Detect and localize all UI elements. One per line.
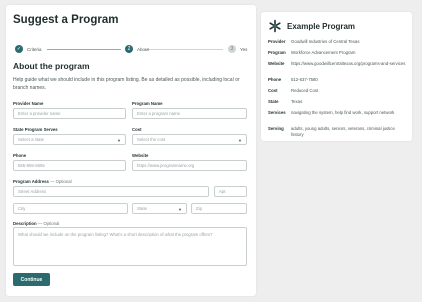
description-label-text: Description	[13, 221, 37, 226]
step-number: 2	[125, 45, 133, 53]
step-number: 3	[228, 45, 236, 53]
example-key: Program	[268, 50, 286, 55]
state-select-value: Select a state	[18, 137, 45, 142]
description-label: Description — Optional	[13, 221, 59, 226]
program-name-input[interactable]: Enter a program name	[132, 108, 247, 119]
continue-button[interactable]: Continue	[13, 273, 50, 286]
example-program-card: Example Program Provider Goodwill Indust…	[261, 12, 412, 141]
optional-tag: — Optional	[50, 179, 72, 184]
chevron-down-icon: ▼	[178, 207, 182, 212]
website-input[interactable]: https://www.programname.org	[132, 160, 247, 171]
website-label: Website	[132, 153, 149, 158]
suggest-program-form-card: Suggest a Program ✓ Criteria 2 About 3 Y…	[6, 5, 256, 296]
help-text: Help guide what we should include in thi…	[13, 77, 240, 91]
step-label: About	[137, 46, 149, 52]
example-key: State	[268, 99, 279, 104]
page-title: Suggest a Program	[13, 14, 119, 26]
step-about[interactable]: 2 About	[125, 43, 149, 55]
example-value: navigating the system, help find work, s…	[291, 110, 395, 115]
example-key: Cost	[268, 88, 278, 93]
provider-name-input[interactable]: Enter a provider name	[13, 108, 126, 119]
example-value: Goodwill Industries of Central Texas	[291, 39, 360, 44]
step-label: Criteria	[27, 46, 42, 52]
example-value: 512-637-7580	[291, 77, 318, 82]
example-row-provider: Provider Goodwill Industries of Central …	[268, 39, 408, 45]
phone-input[interactable]: 555-555-5555	[13, 160, 126, 171]
optional-tag: — Optional	[37, 221, 60, 226]
example-key: Provider	[268, 39, 286, 44]
cost-label: Cost	[132, 127, 142, 132]
address-label-text: Program Address	[13, 179, 49, 184]
address-state-value: State	[137, 206, 148, 211]
example-key: Services	[268, 110, 286, 115]
check-icon: ✓	[15, 45, 23, 53]
cost-select-value: Select the cost	[137, 137, 166, 142]
example-row-phone: Phone 512-637-7580	[268, 77, 408, 83]
example-key: Phone	[268, 77, 282, 82]
example-value: Workforce Advancement Program	[291, 50, 356, 55]
chevron-down-icon: ▼	[238, 138, 242, 143]
provider-name-label: Provider Name	[13, 101, 44, 106]
phone-label: Phone	[13, 153, 27, 158]
stepper-line	[145, 48, 223, 50]
address-label: Program Address — Optional	[13, 179, 72, 184]
program-name-label: Program Name	[132, 101, 163, 106]
step-label: Yes	[240, 46, 248, 52]
example-title: Example Program	[287, 22, 356, 31]
stepper-line	[47, 48, 121, 50]
example-value: https://www.goodwillcentraltexas.org/pro…	[291, 61, 406, 66]
state-serves-label: State Program Serves	[13, 127, 58, 132]
example-row-program: Program Workforce Advancement Program	[268, 50, 408, 56]
example-value: adults, young adults, seniors, veterans,…	[291, 126, 395, 137]
asterisk-logo-icon	[269, 19, 281, 33]
address-state-select[interactable]: State ▼	[132, 203, 187, 214]
cost-select[interactable]: Select the cost ▼	[132, 134, 247, 145]
example-row-services: Services navigating the system, help fin…	[268, 110, 408, 116]
example-key: Website	[268, 61, 285, 66]
apt-input[interactable]: Apt	[214, 186, 247, 197]
example-row-state: State Texas	[268, 99, 408, 105]
city-input[interactable]: City	[13, 203, 128, 214]
section-title: About the program	[13, 61, 90, 71]
example-value: Reduced Cost	[291, 88, 319, 93]
example-row-cost: Cost Reduced Cost	[268, 88, 408, 94]
example-row-serving: Serving adults, young adults, seniors, v…	[268, 126, 408, 137]
chevron-down-icon: ▼	[117, 138, 121, 143]
description-textarea[interactable]: What should we include on the program li…	[13, 227, 247, 266]
example-key: Serving	[268, 126, 284, 131]
progress-stepper: ✓ Criteria 2 About 3 Yes	[13, 43, 251, 55]
step-yes[interactable]: 3 Yes	[228, 43, 247, 55]
example-row-website: Website https://www.goodwillcentraltexas…	[268, 61, 408, 67]
state-select[interactable]: Select a state ▼	[13, 134, 126, 145]
step-criteria[interactable]: ✓ Criteria	[15, 43, 42, 55]
example-value: Texas	[291, 99, 303, 104]
street-address-input[interactable]: Street Address	[13, 186, 209, 197]
zip-input[interactable]: Zip	[191, 203, 247, 214]
